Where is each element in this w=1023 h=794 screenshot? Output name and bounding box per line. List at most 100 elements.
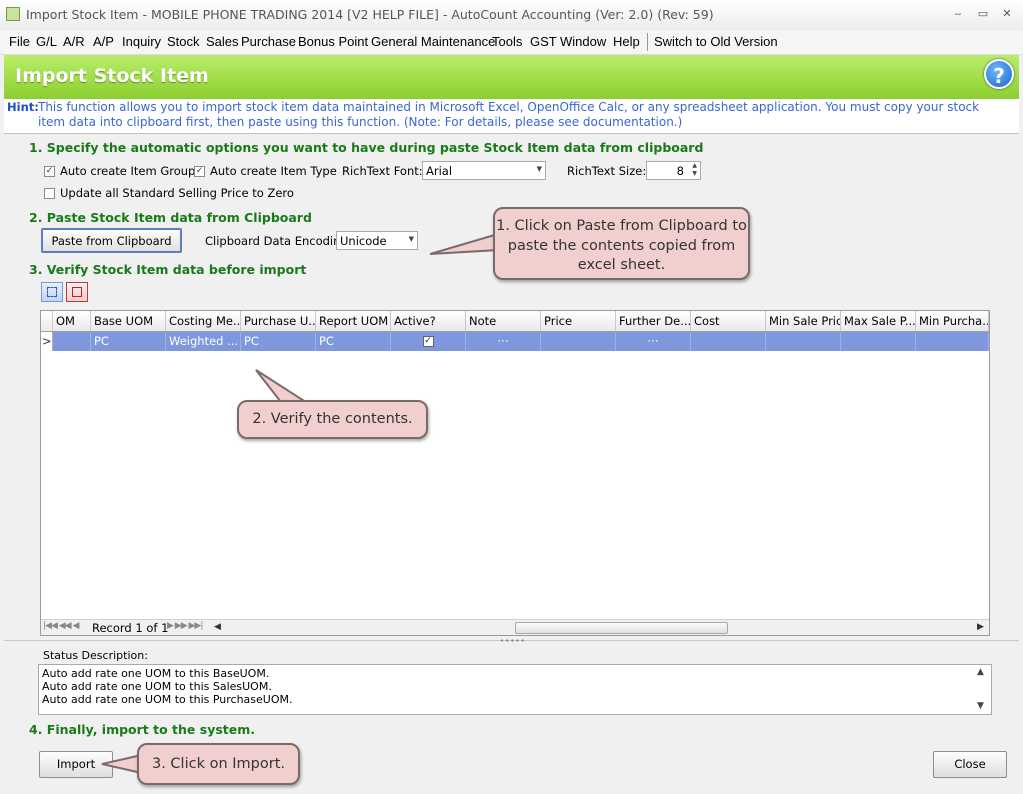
horizontal-scrollbar-thumb[interactable]	[515, 622, 728, 634]
column-header-note[interactable]: Note	[466, 311, 541, 331]
cell-om[interactable]	[53, 332, 91, 351]
auto-item-type-label: Auto create Item Type	[210, 164, 337, 178]
close-button[interactable]: Close	[933, 751, 1007, 778]
cell-costing-method[interactable]: Weighted ...	[166, 332, 241, 351]
cell-max-sale-price[interactable]	[841, 332, 916, 351]
grid-header: OM Base UOM Costing Me... Purchase U... …	[41, 311, 989, 332]
menu-separator	[647, 33, 648, 51]
column-header-costing-method[interactable]: Costing Me...	[166, 311, 241, 331]
scroll-up-icon[interactable]: ▲	[977, 667, 984, 677]
minimize-icon[interactable]: ‒	[948, 4, 968, 24]
column-header-max-sale-price[interactable]: Max Sale P...	[841, 311, 916, 331]
richtext-size-spinner[interactable]: 8 ▲ ▼	[646, 161, 701, 180]
app-icon	[6, 7, 20, 21]
column-header-purchase-uom[interactable]: Purchase U...	[241, 311, 316, 331]
section1-heading: 1. Specify the automatic options you wan…	[29, 140, 704, 155]
spinner-arrows-icon[interactable]: ▲ ▼	[692, 162, 697, 178]
column-header-report-uom[interactable]: Report UOM	[316, 311, 391, 331]
callout-1-pointer	[430, 232, 499, 255]
column-header-min-purchase[interactable]: Min Purcha...	[916, 311, 989, 331]
column-header-om[interactable]: OM	[53, 311, 91, 331]
record-indicator: Record 1 of 1	[92, 621, 169, 635]
cell-min-sale-price[interactable]	[766, 332, 841, 351]
hint-panel: Hint: This function allows you to import…	[4, 99, 1019, 134]
chevron-down-icon: ▼	[536, 165, 542, 173]
menu-inquiry[interactable]: Inquiry	[122, 34, 161, 49]
update-price-checkbox[interactable]	[44, 188, 55, 199]
maximize-icon[interactable]: ▭	[973, 4, 993, 24]
active-checkbox[interactable]: ✓	[422, 336, 434, 347]
cell-active[interactable]: ✓	[391, 332, 466, 351]
auto-item-group-label: Auto create Item Group	[60, 164, 196, 178]
column-header-base-uom[interactable]: Base UOM	[91, 311, 166, 331]
status-description-label: Status Description:	[43, 649, 148, 662]
status-line: Auto add rate one UOM to this PurchaseUO…	[42, 693, 293, 706]
menu-tools[interactable]: Tools	[492, 34, 522, 49]
menu-ap[interactable]: A/P	[93, 34, 114, 49]
column-header-price[interactable]: Price	[541, 311, 616, 331]
scroll-right-icon[interactable]: ▶	[977, 622, 984, 632]
menu-bonus-point[interactable]: Bonus Point	[298, 34, 368, 49]
cell-further-description[interactable]: ···	[616, 332, 691, 351]
menu-bar: File G/L A/R A/P Inquiry Stock Sales Pur…	[0, 30, 1023, 55]
menu-window[interactable]: Window	[560, 34, 606, 49]
cell-purchase-uom[interactable]: PC	[241, 332, 316, 351]
row-indicator-icon: >	[41, 332, 53, 351]
grid-row-indicator-header	[41, 311, 53, 331]
richtext-font-value: Arial	[426, 164, 453, 178]
column-header-cost[interactable]: Cost	[691, 311, 766, 331]
cell-note[interactable]: ···	[466, 332, 541, 351]
chevron-down-icon: ▼	[408, 235, 414, 243]
cell-price[interactable]	[541, 332, 616, 351]
menu-stock[interactable]: Stock	[167, 34, 200, 49]
cell-report-uom[interactable]: PC	[316, 332, 391, 351]
status-line: Auto add rate one UOM to this SalesUOM.	[42, 680, 272, 693]
hint-text: This function allows you to import stock…	[38, 100, 980, 129]
grid-navigator: |◀◀ ◀◀ ◀ Record 1 of 1 ▶ ▶▶ ▶▶| ◀ ▶	[41, 619, 989, 635]
menu-general-maintenance[interactable]: General Maintenance	[371, 34, 495, 49]
splitter-grip-icon[interactable]: •••••	[500, 637, 526, 645]
column-header-min-sale-price[interactable]: Min Sale Price	[766, 311, 841, 331]
cell-min-purchase[interactable]	[916, 332, 989, 351]
cell-base-uom[interactable]: PC	[91, 332, 166, 351]
table-row[interactable]: > PC Weighted ... PC PC ✓ ··· ···	[41, 332, 989, 351]
callout-verify-instruction: 2. Verify the contents.	[237, 400, 428, 439]
close-window-icon[interactable]: ✕	[997, 4, 1017, 24]
edit-columns-icon[interactable]	[41, 282, 63, 302]
section2-heading: 2. Paste Stock Item data from Clipboard	[29, 210, 312, 225]
title-bar: Import Stock Item - MOBILE PHONE TRADING…	[0, 0, 1023, 31]
menu-file[interactable]: File	[9, 34, 30, 49]
form-header: Import Stock Item	[4, 55, 1019, 100]
menu-ar[interactable]: A/R	[63, 34, 85, 49]
column-header-active[interactable]: Active?	[391, 311, 466, 331]
window-title: Import Stock Item - MOBILE PHONE TRADING…	[26, 7, 714, 22]
auto-item-type-checkbox[interactable]: ✓	[194, 166, 205, 177]
paste-from-clipboard-button[interactable]: Paste from Clipboard	[41, 228, 182, 253]
next-record-icon[interactable]: ▶ ▶▶ ▶▶|	[167, 621, 203, 631]
menu-sales[interactable]: Sales	[206, 34, 239, 49]
encoding-select[interactable]: Unicode ▼	[336, 231, 418, 250]
cell-cost[interactable]	[691, 332, 766, 351]
update-price-label: Update all Standard Selling Price to Zer…	[60, 186, 294, 200]
status-description-box: Auto add rate one UOM to this BaseUOM. A…	[38, 664, 992, 715]
encoding-label: Clipboard Data Encoding:	[205, 234, 352, 248]
page-title: Import Stock Item	[15, 65, 209, 87]
menu-help[interactable]: Help	[613, 34, 640, 49]
stock-item-grid[interactable]: OM Base UOM Costing Me... Purchase U... …	[40, 310, 990, 636]
section3-heading: 3. Verify Stock Item data before import	[29, 262, 307, 277]
scroll-left-icon[interactable]: ◀	[214, 622, 221, 632]
remove-columns-icon[interactable]	[66, 282, 88, 302]
column-header-further-description[interactable]: Further De...	[616, 311, 691, 331]
richtext-font-label: RichText Font:	[342, 164, 423, 178]
scroll-down-icon[interactable]: ▼	[977, 701, 984, 711]
first-record-icon[interactable]: |◀◀ ◀◀ ◀	[43, 621, 79, 631]
help-icon[interactable]: ?	[984, 59, 1014, 89]
menu-gl[interactable]: G/L	[36, 34, 57, 49]
richtext-font-select[interactable]: Arial ▼	[422, 161, 546, 180]
richtext-size-value: 8	[676, 164, 684, 178]
status-line: Auto add rate one UOM to this BaseUOM.	[42, 667, 270, 680]
menu-gst[interactable]: GST	[530, 34, 557, 49]
auto-item-group-checkbox[interactable]: ✓	[44, 166, 55, 177]
menu-purchase[interactable]: Purchase	[241, 34, 296, 49]
menu-switch-old-version[interactable]: Switch to Old Version	[654, 34, 778, 49]
